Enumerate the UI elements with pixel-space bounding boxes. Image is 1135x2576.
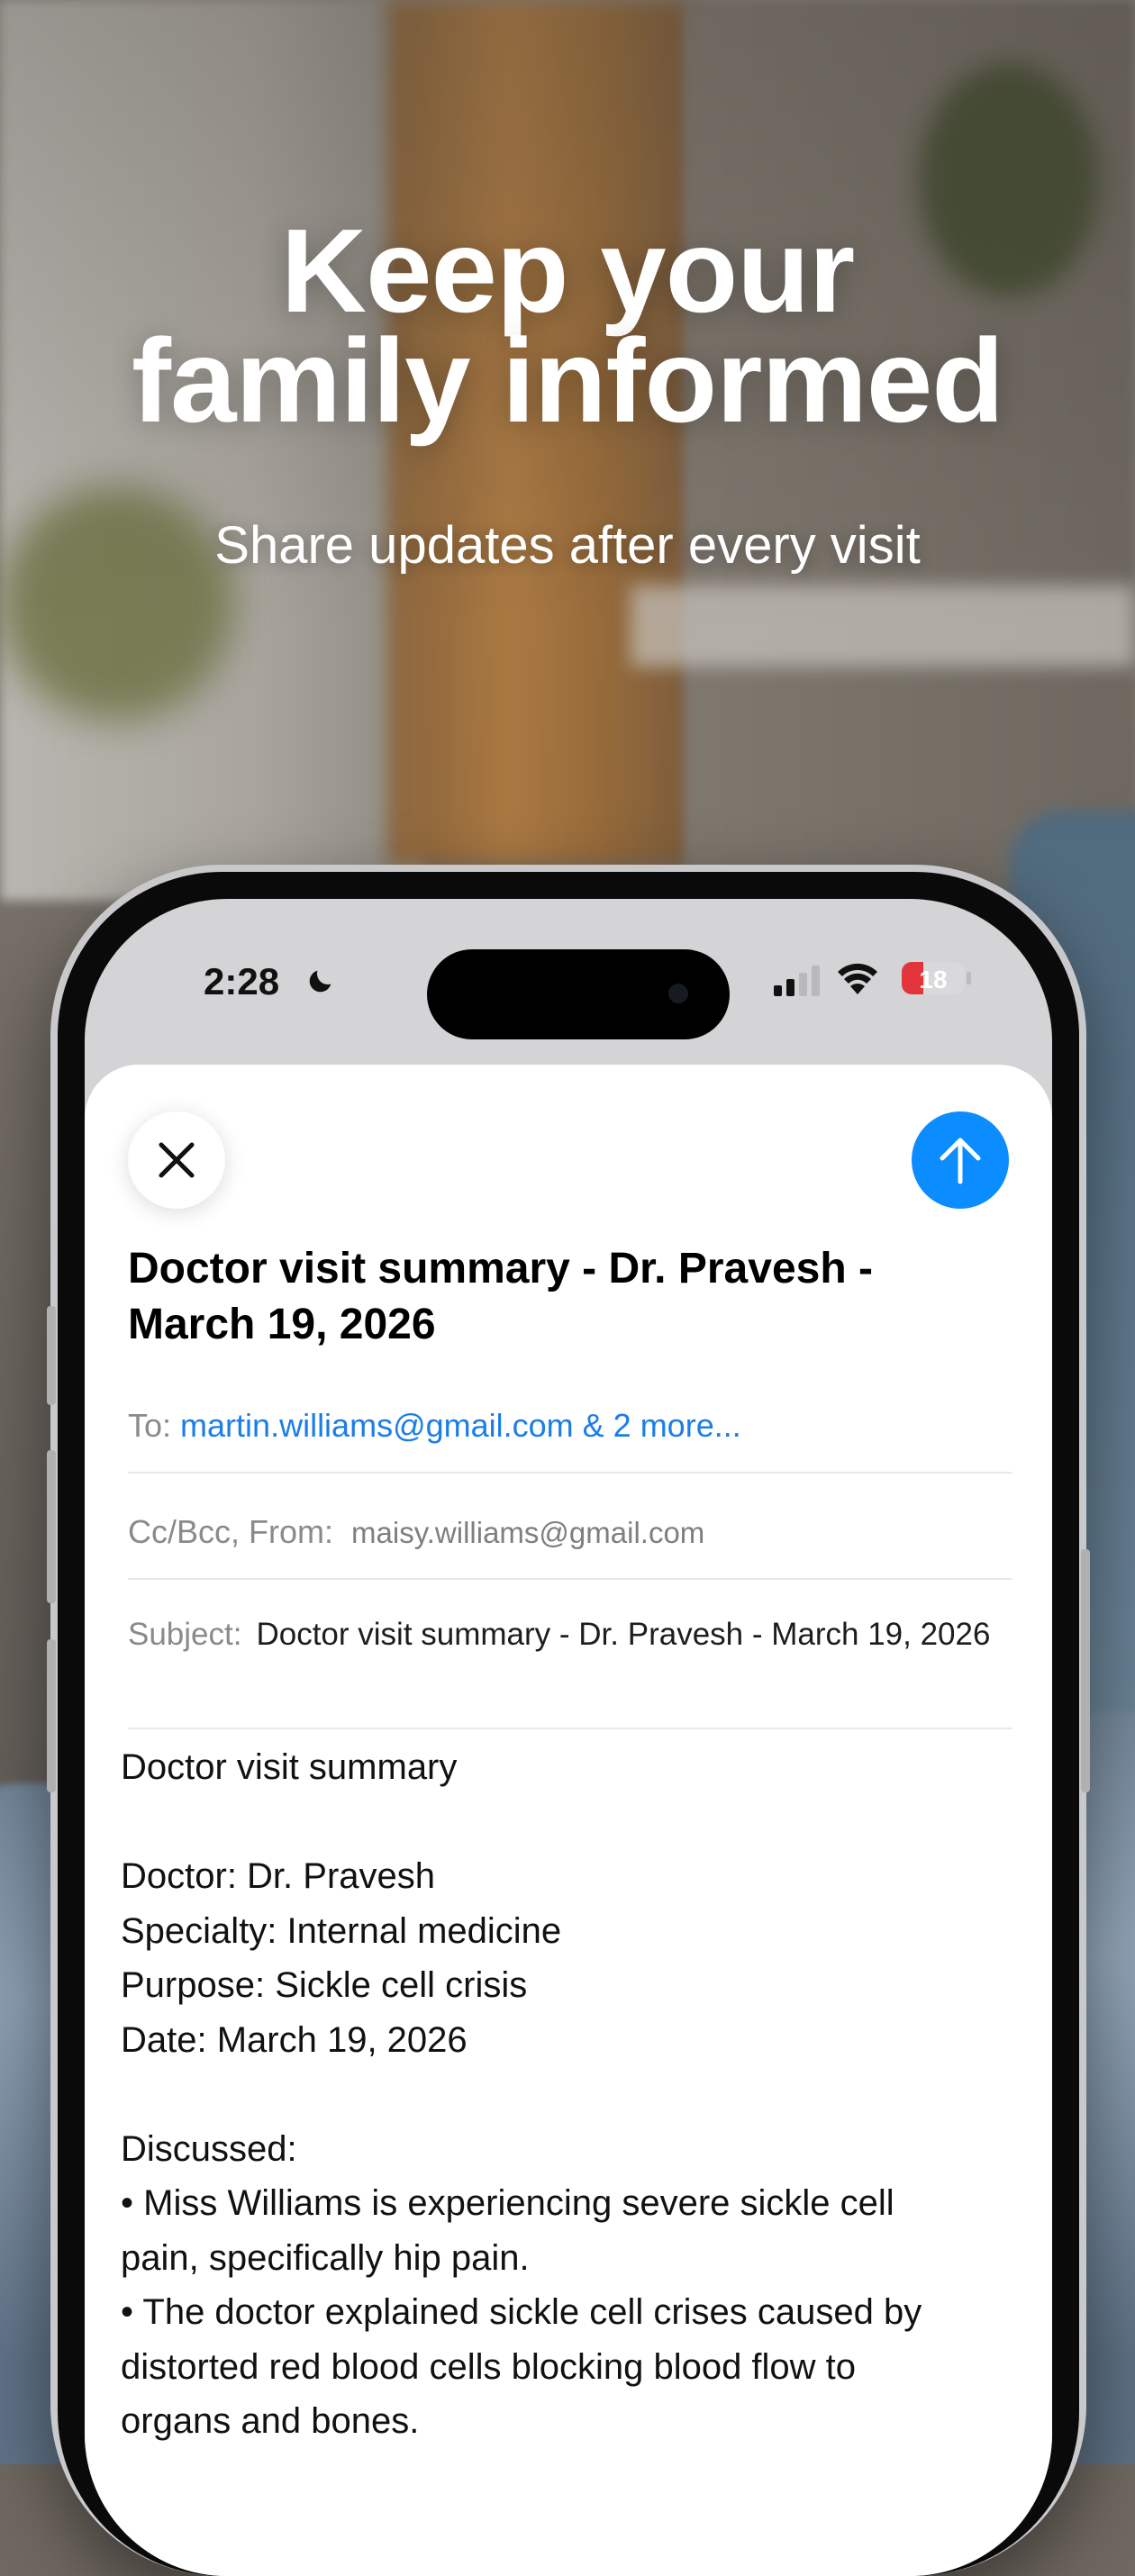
close-button[interactable] [128,1111,225,1209]
to-label: To: [128,1407,172,1444]
subject-value[interactable]: Doctor visit summary - Dr. Pravesh - Mar… [256,1614,990,1655]
compose-sheet: Doctor visit summary - Dr. Pravesh - Mar… [85,1065,1052,2576]
wifi-icon [838,963,877,994]
moon-icon [309,970,331,993]
body-line: pain, specifically hip pain. [121,2237,530,2278]
battery-level: 18 [919,966,947,993]
subject-label: Subject: [128,1617,242,1652]
close-icon [159,1142,195,1178]
divider [128,1472,1012,1474]
body-line: • The doctor explained sickle cell crise… [121,2292,922,2332]
ccbcc-from-field[interactable]: Cc/Bcc, From: maisy.williams@gmail.com [128,1513,1012,1551]
body-line: organs and bones. [121,2401,420,2441]
subheadline: Share updates after every visit [214,516,921,575]
message-title: Doctor visit summary - Dr. Pravesh - Mar… [128,1241,993,1353]
body-line: Doctor: Dr. Pravesh [121,1856,436,1896]
headline-line-2: family informed [132,314,1004,447]
body-line [121,1795,1012,1850]
headline: Keep your family informed [0,212,1135,440]
phone-mockup: 2:28 18 Doctor visit summary - Dr. Prave… [47,865,1090,2576]
to-field[interactable]: To: martin.williams@gmail.com & 2 more..… [128,1407,1012,1445]
message-title-line-2: March 19, 2026 [128,1301,436,1348]
ccbcc-label: Cc/Bcc, From: [128,1513,334,1550]
divider [128,1728,1012,1729]
from-address: maisy.williams@gmail.com [351,1516,705,1549]
body-line: Date: March 19, 2026 [121,2019,468,2060]
body-line: Doctor visit summary [121,1747,458,1787]
divider [128,1578,1012,1580]
arrow-up-icon [940,1138,981,1184]
body-line: Purpose: Sickle cell crisis [121,1965,528,2005]
message-title-line-1: Doctor visit summary - Dr. Pravesh - [128,1245,873,1293]
status-time: 2:28 [204,960,280,1002]
phone-screen: 2:28 18 Doctor visit summary - Dr. Prave… [85,899,1052,2576]
to-recipients[interactable]: martin.williams@gmail.com & 2 more... [180,1407,741,1444]
dynamic-island [427,949,730,1039]
body-line [121,2067,1012,2122]
subject-field[interactable]: Subject: Doctor visit summary - Dr. Prav… [128,1614,1012,1655]
send-button[interactable] [912,1111,1009,1209]
body-line: distorted red blood cells blocking blood… [121,2346,857,2387]
battery-icon: 18 [902,962,971,994]
body-line: Discussed: [121,2128,297,2169]
body-line: Specialty: Internal medicine [121,1910,562,1951]
body-line: • Miss Williams is experiencing severe s… [121,2183,894,2223]
message-body[interactable]: Doctor visit summary Doctor: Dr. Pravesh… [121,1740,1012,2449]
promo-header: Keep your family informed Share updates … [0,212,1135,576]
signal-icon [774,966,820,996]
